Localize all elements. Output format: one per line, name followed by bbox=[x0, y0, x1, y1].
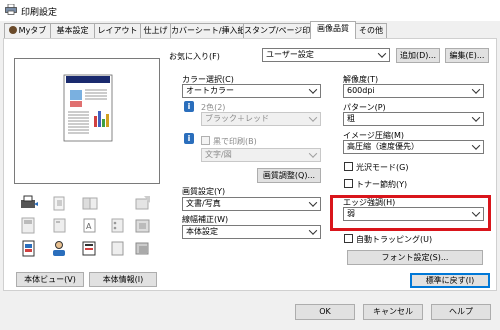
gamma-value: 本体設定 bbox=[186, 227, 218, 236]
image-adjust-button[interactable]: 画質調整(Q)... bbox=[257, 168, 321, 183]
chevron-down-icon bbox=[471, 141, 481, 150]
chevron-down-icon bbox=[308, 198, 318, 207]
print-preview bbox=[14, 58, 160, 184]
chevron-down-icon bbox=[471, 85, 481, 94]
output-tray-icon bbox=[135, 196, 150, 210]
edge-enhance-highlight bbox=[330, 195, 491, 231]
tab-other[interactable]: その他 bbox=[355, 23, 387, 38]
gamma-select[interactable]: 本体設定 bbox=[182, 225, 321, 239]
chevron-down-icon bbox=[308, 85, 318, 94]
text-page-icon: A bbox=[83, 218, 96, 233]
tab-label: Myタブ bbox=[18, 26, 47, 35]
pattern-select[interactable]: 粗 bbox=[343, 112, 484, 126]
black-print-value: 文字/図 bbox=[205, 150, 232, 159]
window-title: 印刷設定 bbox=[21, 8, 58, 18]
color-page-icon bbox=[22, 240, 35, 257]
chevron-down-icon bbox=[308, 226, 318, 235]
cancel-button[interactable]: キャンセル bbox=[363, 304, 423, 320]
user-icon bbox=[8, 26, 17, 34]
tab-finishing[interactable]: 仕上げ bbox=[140, 23, 171, 38]
tab-mytab[interactable]: Myタブ bbox=[4, 23, 51, 38]
black-print-label: 黒で印刷(B) bbox=[213, 137, 257, 146]
font-settings-button[interactable]: フォント設定(S)... bbox=[347, 250, 483, 265]
image-setting-select[interactable]: 文書/写真 bbox=[182, 197, 321, 211]
two-color-select[interactable]: ブラック＋レッド bbox=[201, 112, 321, 126]
resolution-select[interactable]: 600dpi bbox=[343, 84, 484, 98]
compression-select[interactable]: 高圧縮（速度優先） bbox=[343, 140, 484, 154]
function-icons: A bbox=[14, 190, 160, 262]
resolution-value: 600dpi bbox=[347, 86, 375, 95]
account-track-icon bbox=[82, 241, 96, 256]
tab-stamp[interactable]: スタンプ/ページ印字 bbox=[243, 23, 318, 38]
chevron-down-icon bbox=[308, 149, 318, 158]
chevron-down-icon bbox=[377, 49, 387, 58]
glossy-label: 光沢モード(G) bbox=[356, 163, 409, 172]
restore-defaults-button[interactable]: 標準に戻す(I) bbox=[410, 273, 490, 288]
color-value: オートカラー bbox=[186, 86, 234, 95]
info-icon: i bbox=[184, 133, 194, 144]
user-auth-icon bbox=[53, 241, 65, 256]
booklet-icon bbox=[82, 197, 98, 210]
black-print-checkbox[interactable] bbox=[201, 136, 210, 145]
page-layout-icon bbox=[21, 217, 35, 234]
auto-trapping-checkbox[interactable] bbox=[344, 234, 353, 243]
staple-icon bbox=[53, 218, 66, 233]
tab-image-quality[interactable]: 画像品質 bbox=[310, 21, 356, 39]
tab-layout[interactable]: レイアウト bbox=[94, 23, 141, 38]
tab-basic[interactable]: 基本設定 bbox=[50, 23, 95, 38]
stamp-icon bbox=[135, 242, 149, 255]
duplex-icon bbox=[53, 196, 65, 211]
add-favorite-button[interactable]: 追加(D)... bbox=[396, 48, 440, 63]
printer-icon bbox=[5, 4, 17, 15]
ok-button[interactable]: OK bbox=[295, 304, 355, 320]
help-button[interactable]: ヘルプ bbox=[431, 304, 491, 320]
gamma-label: 線幅補正(W) bbox=[182, 215, 229, 224]
pattern-value: 粗 bbox=[347, 114, 355, 123]
glossy-checkbox[interactable] bbox=[344, 162, 353, 171]
toner-save-checkbox[interactable] bbox=[344, 179, 353, 188]
image-setting-value: 文書/写真 bbox=[186, 199, 221, 208]
printer-output-icon bbox=[21, 195, 38, 208]
auto-trapping-label: 自動トラッピング(U) bbox=[356, 235, 433, 244]
device-view-button[interactable]: 本体ビュー(V) bbox=[16, 272, 84, 287]
favorites-label: お気に入り(F) bbox=[169, 52, 220, 61]
punch-icon bbox=[111, 218, 124, 233]
tab-cover-sheet[interactable]: カバーシート/挿入紙 bbox=[170, 23, 246, 38]
image-setting-label: 画質設定(Y) bbox=[182, 187, 226, 196]
color-select[interactable]: オートカラー bbox=[182, 84, 321, 98]
favorites-select[interactable]: ユーザー設定 bbox=[262, 48, 390, 62]
title-bar: 印刷設定 bbox=[0, 0, 500, 21]
two-color-value: ブラック＋レッド bbox=[205, 114, 269, 123]
chevron-down-icon bbox=[471, 113, 481, 122]
info-icon: i bbox=[184, 101, 194, 112]
device-info-button[interactable]: 本体情報(I) bbox=[89, 272, 157, 287]
finisher-icon bbox=[135, 219, 150, 233]
preview-page-image bbox=[63, 74, 113, 142]
compression-value: 高圧縮（速度優先） bbox=[347, 142, 419, 151]
svg-text:A: A bbox=[86, 222, 92, 231]
chevron-down-icon bbox=[308, 113, 318, 122]
black-print-select[interactable]: 文字/図 bbox=[201, 148, 321, 162]
toner-save-label: トナー節約(Y) bbox=[356, 180, 408, 189]
favorites-value: ユーザー設定 bbox=[266, 50, 314, 59]
edit-favorite-button[interactable]: 編集(E)... bbox=[445, 48, 489, 63]
paper-icon bbox=[111, 241, 124, 256]
